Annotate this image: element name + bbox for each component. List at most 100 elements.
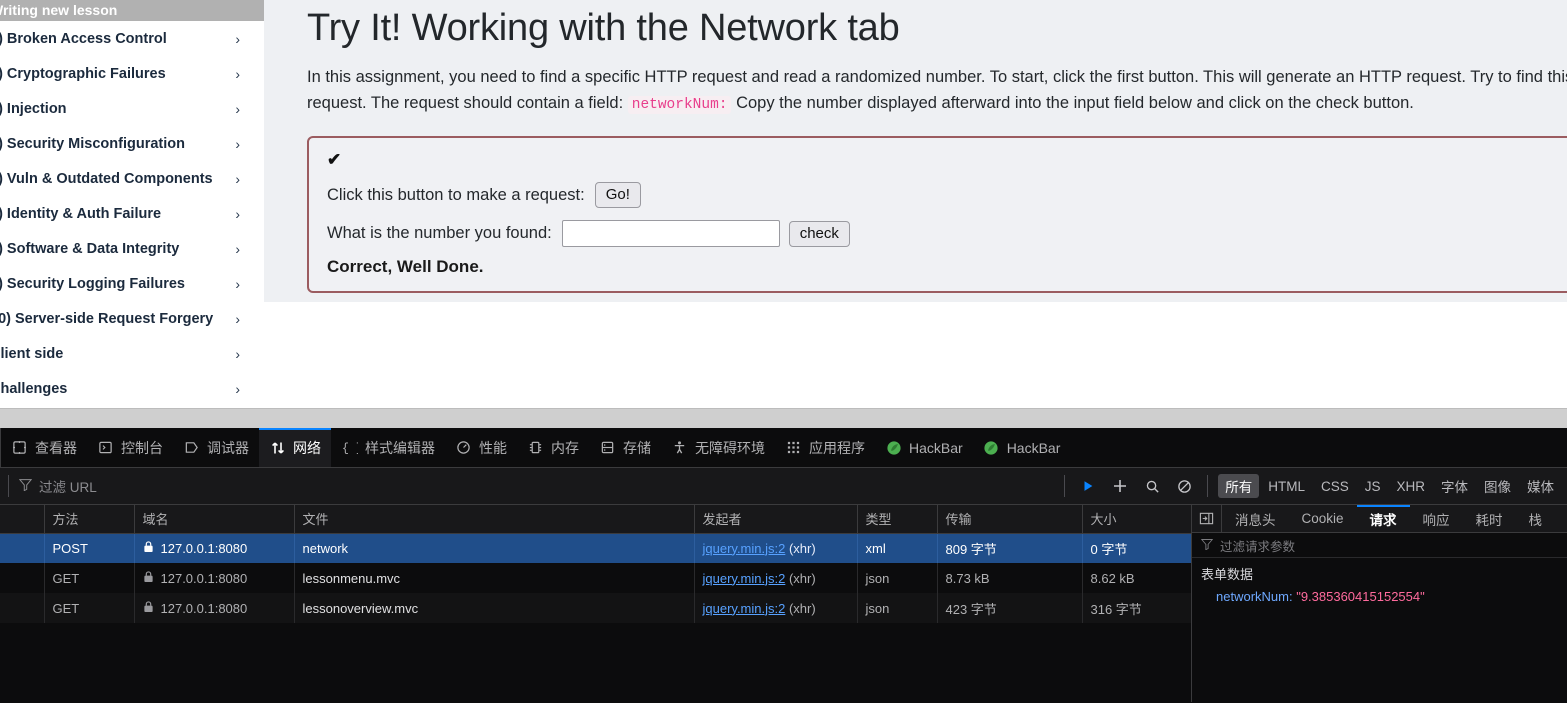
request-type-filter[interactable]: 字体	[1434, 474, 1475, 498]
devtools-tab[interactable]: 性能	[445, 428, 517, 467]
devtools-tab[interactable]: 存储	[589, 428, 661, 467]
file-label: network	[302, 540, 349, 556]
column-header[interactable]: 传输	[937, 505, 1083, 534]
request-type-filter[interactable]: 媒体	[1520, 474, 1561, 498]
check-button[interactable]: check	[788, 220, 850, 247]
devtools-tab[interactable]: HackBar	[973, 428, 1071, 467]
sidebar-header: Writing new lesson	[0, 0, 264, 21]
initiator-link[interactable]: jquery.min.js:2	[703, 571, 786, 586]
column-header[interactable]: 域名	[134, 505, 295, 534]
hackbar-icon	[885, 439, 902, 456]
devtools-tab-label: 存储	[623, 439, 651, 456]
details-tab[interactable]: 响应	[1410, 505, 1463, 532]
method-cell: GET	[44, 563, 135, 593]
devtools-tab[interactable]: 调试器	[173, 428, 259, 467]
domain-label: 127.0.0.1:8080	[160, 600, 248, 616]
url-filter-input[interactable]: 过滤 URL	[8, 475, 1064, 497]
devtools-tab[interactable]: 无障碍环境	[661, 428, 775, 467]
sidebar-item[interactable]: 1) Broken Access Control ›	[0, 21, 264, 56]
sidebar-item-label: 9) Security Logging Failures	[0, 275, 185, 292]
request-details-panel: 消息头 Cookie 请求 响应 耗时栈 过滤请求参数 表单数据 networkNum:…	[1192, 505, 1567, 702]
sidebar-item[interactable]: 8) Software & Data Integrity ›	[0, 231, 264, 266]
play-icon[interactable]	[1075, 474, 1101, 498]
method-cell: GET	[44, 593, 135, 623]
storage-icon	[599, 439, 616, 456]
request-type-filters: 所有 HTML CSS JS XHR 字体 图像 媒体	[1207, 474, 1567, 498]
search-icon[interactable]	[1139, 474, 1165, 498]
sidebar-item[interactable]: 2) Cryptographic Failures ›	[0, 56, 264, 91]
sidebar-item[interactable]: Challenges ›	[0, 371, 264, 406]
devtools-tab-label: 内存	[551, 439, 579, 456]
number-label: What is the number you found:	[327, 224, 552, 242]
check-mark-icon: ✔	[327, 150, 342, 169]
devtools-tab[interactable]: 应用程序	[775, 428, 875, 467]
request-type-filter[interactable]: XHR	[1389, 477, 1432, 496]
column-header[interactable]	[0, 505, 45, 534]
debugger-icon	[183, 439, 200, 456]
details-tab[interactable]: Cookie	[1289, 505, 1357, 532]
request-type-filter[interactable]: CSS	[1314, 477, 1356, 496]
column-header[interactable]: 文件	[294, 505, 695, 534]
request-type-filter[interactable]: 所有	[1218, 474, 1260, 498]
lock-icon	[143, 600, 154, 616]
sidebar-item-label: Challenges	[0, 380, 68, 397]
devtools-tab-label: 样式编辑器	[365, 439, 435, 456]
details-tab[interactable]: 请求	[1356, 505, 1410, 532]
panel-toggle-icon[interactable]	[1192, 505, 1222, 532]
hackbar-icon	[983, 439, 1000, 456]
type-cell: json	[857, 593, 938, 623]
go-button[interactable]: Go!	[594, 182, 641, 208]
details-tab[interactable]: 消息头	[1222, 505, 1289, 532]
sidebar-item[interactable]: 10) Server-side Request Forgery ›	[0, 301, 264, 336]
network-table: 方法 域名 文件 发起者 类型 传输 大小 POST 127.0.0.1:8080 networ…	[0, 505, 1191, 623]
network-filter-bar: 过滤 URL 所有 HTML CSS JS XHR 字体 图像 媒体	[0, 468, 1567, 505]
sidebar-item[interactable]: Client side ›	[0, 336, 264, 371]
devtools-tab[interactable]: 控制台	[87, 428, 173, 467]
domain-cell: 127.0.0.1:8080	[134, 593, 295, 623]
devtools-splitter[interactable]	[0, 408, 1567, 428]
devtools-tab-label: 调试器	[207, 439, 249, 456]
network-icon	[269, 439, 286, 456]
table-row[interactable]: POST 127.0.0.1:8080 network jquery.min.js:2…	[0, 533, 1191, 563]
details-tab[interactable]: 栈	[1516, 505, 1556, 532]
column-header[interactable]: 类型	[857, 505, 938, 534]
details-tabbar: 消息头 Cookie 请求 响应 耗时栈	[1192, 505, 1567, 533]
number-input[interactable]	[561, 220, 780, 247]
details-tab[interactable]: 耗时	[1463, 505, 1516, 532]
devtools-tab[interactable]: 查看器	[0, 428, 87, 467]
details-filter-input[interactable]: 过滤请求参数	[1192, 533, 1567, 558]
initiator-cell: jquery.min.js:2 (xhr)	[694, 563, 858, 593]
sidebar-item[interactable]: 6) Vuln & Outdated Components ›	[0, 161, 264, 196]
table-row[interactable]: GET 127.0.0.1:8080 lessonoverview.mvc jquer…	[0, 593, 1191, 623]
plus-icon[interactable]	[1107, 474, 1133, 498]
devtools-tab-label: 查看器	[35, 439, 77, 456]
initiator-type: (xhr)	[788, 540, 816, 556]
column-header[interactable]: 发起者	[694, 505, 858, 534]
size-cell: 316 字节	[1082, 593, 1191, 623]
devtools-tab[interactable]: { } 样式编辑器	[331, 428, 445, 467]
table-row[interactable]: GET 127.0.0.1:8080 lessonmenu.mvc jquery.mi…	[0, 563, 1191, 593]
column-header[interactable]: 方法	[44, 505, 135, 534]
type-cell: json	[857, 563, 938, 593]
sidebar-item[interactable]: 9) Security Logging Failures ›	[0, 266, 264, 301]
sidebar-item[interactable]: 5) Security Misconfiguration ›	[0, 126, 264, 161]
devtools-tab[interactable]: 内存	[517, 428, 589, 467]
request-type-filter[interactable]: 图像	[1477, 474, 1518, 498]
block-icon[interactable]	[1171, 474, 1197, 498]
page-title: Try It! Working with the Network tab	[307, 7, 900, 49]
size-cell: 8.62 kB	[1082, 563, 1191, 593]
initiator-link[interactable]: jquery.min.js:2	[703, 601, 786, 616]
sidebar-item[interactable]: 3) Injection ›	[0, 91, 264, 126]
devtools-tab-label: 应用程序	[809, 439, 865, 456]
go-row: Click this button to make a request: Go!	[327, 182, 1567, 208]
console-icon	[97, 439, 114, 456]
style-editor-icon: { }	[341, 439, 358, 456]
number-row: What is the number you found: check	[327, 220, 1567, 247]
column-header[interactable]: 大小	[1082, 505, 1191, 534]
initiator-link[interactable]: jquery.min.js:2	[703, 541, 786, 556]
request-type-filter[interactable]: JS	[1358, 477, 1388, 496]
devtools-tab[interactable]: HackBar	[875, 428, 973, 467]
sidebar-item[interactable]: 7) Identity & Auth Failure ›	[0, 196, 264, 231]
devtools-tab[interactable]: 网络	[259, 428, 331, 467]
request-type-filter[interactable]: HTML	[1261, 477, 1312, 496]
